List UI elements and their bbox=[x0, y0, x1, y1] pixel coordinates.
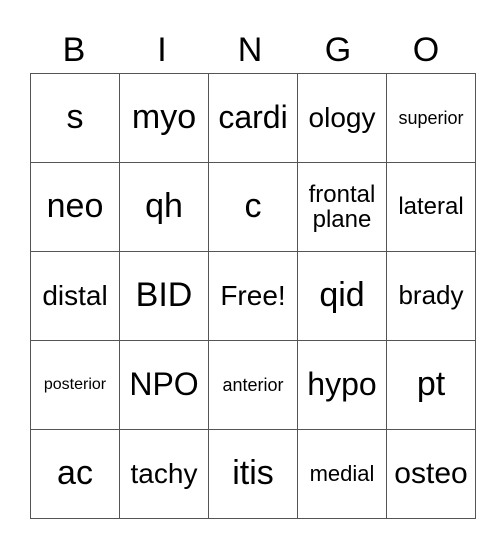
header-letter-g: G bbox=[324, 31, 352, 69]
bingo-cell[interactable]: hypo bbox=[297, 340, 387, 430]
bingo-row: s myo cardi ology superior bbox=[30, 73, 476, 163]
bingo-cell[interactable]: neo bbox=[30, 162, 120, 252]
bingo-cell[interactable]: s bbox=[30, 73, 120, 163]
bingo-cell[interactable]: frontal plane bbox=[297, 162, 387, 252]
bingo-cell[interactable]: BID bbox=[119, 251, 209, 341]
bingo-cell[interactable]: ology bbox=[297, 73, 387, 163]
bingo-cell[interactable]: c bbox=[208, 162, 298, 252]
bingo-cell[interactable]: qid bbox=[297, 251, 387, 341]
bingo-cell[interactable]: myo bbox=[119, 73, 209, 163]
bingo-cell[interactable]: brady bbox=[386, 251, 476, 341]
bingo-header: B I N G O bbox=[30, 28, 470, 72]
bingo-row: posterior NPO anterior hypo pt bbox=[30, 340, 476, 430]
header-letter-n: N bbox=[237, 31, 263, 69]
bingo-cell[interactable]: itis bbox=[208, 429, 298, 519]
bingo-row: ac tachy itis medial osteo bbox=[30, 429, 476, 519]
bingo-cell[interactable]: tachy bbox=[119, 429, 209, 519]
bingo-cell[interactable]: anterior bbox=[208, 340, 298, 430]
bingo-cell[interactable]: pt bbox=[386, 340, 476, 430]
bingo-cell[interactable]: superior bbox=[386, 73, 476, 163]
free-space-cell[interactable]: Free! bbox=[208, 251, 298, 341]
bingo-cell[interactable]: posterior bbox=[30, 340, 120, 430]
bingo-cell[interactable]: cardi bbox=[208, 73, 298, 163]
bingo-cell[interactable]: ac bbox=[30, 429, 120, 519]
header-letter-o: O bbox=[412, 31, 440, 69]
header-letter-b: B bbox=[62, 31, 86, 69]
bingo-cell[interactable]: medial bbox=[297, 429, 387, 519]
bingo-cell[interactable]: NPO bbox=[119, 340, 209, 430]
bingo-row: distal BID Free! qid brady bbox=[30, 251, 476, 341]
bingo-cell[interactable]: qh bbox=[119, 162, 209, 252]
header-letter-i: I bbox=[157, 31, 167, 69]
bingo-cell[interactable]: osteo bbox=[386, 429, 476, 519]
bingo-row: neo qh c frontal plane lateral bbox=[30, 162, 476, 252]
bingo-card-grid: s myo cardi ology superior neo qh c fron… bbox=[30, 73, 476, 519]
bingo-cell[interactable]: lateral bbox=[386, 162, 476, 252]
bingo-cell[interactable]: distal bbox=[30, 251, 120, 341]
